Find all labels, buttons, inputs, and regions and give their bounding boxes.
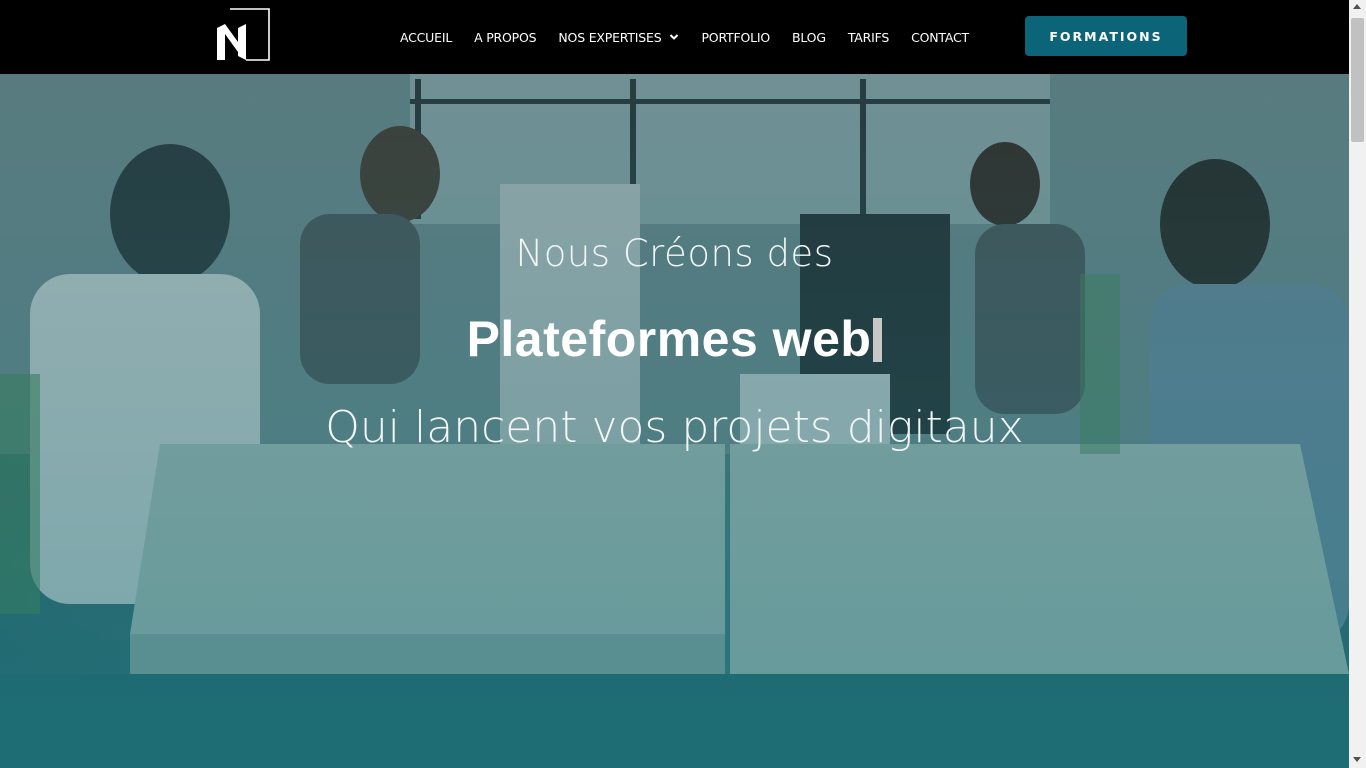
nav-label: ACCUEIL — [400, 29, 453, 45]
hero-line-1: Nous Créons des — [515, 232, 834, 275]
nav-label: BLOG — [791, 29, 826, 45]
hero-typed-text: Plateformes web — [466, 311, 872, 367]
chevron-down-icon — [670, 34, 679, 40]
hero-line-2: Plateformes web — [0, 310, 1349, 368]
nav-label: CONTACT — [911, 29, 969, 45]
logo-n-icon — [217, 8, 270, 61]
scroll-up-icon[interactable] — [1353, 4, 1361, 9]
nav-item-contact[interactable]: CONTACT — [911, 30, 969, 45]
nav-item-blog[interactable]: BLOG — [792, 30, 826, 45]
typing-cursor — [873, 318, 883, 362]
scrollbar-thumb[interactable] — [1351, 18, 1364, 142]
nav-label: NOS EXPERTISES — [558, 29, 662, 45]
formations-button[interactable]: FORMATIONS — [1025, 16, 1187, 56]
nav-item-accueil[interactable]: ACCUEIL — [400, 30, 452, 45]
nav-item-portfolio[interactable]: PORTFOLIO — [701, 30, 770, 45]
nav-item-a-propos[interactable]: A PROPOS — [474, 29, 537, 45]
nav-label: PORTFOLIO — [701, 29, 770, 45]
nav-item-tarifs[interactable]: TARIFS — [848, 30, 889, 45]
nav-label: TARIFS — [847, 29, 890, 45]
top-navbar: ACCUEIL A PROPOS NOS EXPERTISES PORTFOLI… — [0, 0, 1349, 74]
hero-section: Nous Créons des Plateformes web Qui lanc… — [0, 74, 1349, 768]
nav-item-nos-expertises[interactable]: NOS EXPERTISES — [558, 30, 679, 45]
main-menu: ACCUEIL A PROPOS NOS EXPERTISES PORTFOLI… — [400, 0, 991, 74]
logo[interactable] — [216, 8, 270, 61]
hero-line-3: Qui lancent vos projets digitaux — [325, 402, 1024, 453]
nav-label: A PROPOS — [474, 29, 537, 45]
scroll-down-icon[interactable] — [1353, 757, 1361, 762]
